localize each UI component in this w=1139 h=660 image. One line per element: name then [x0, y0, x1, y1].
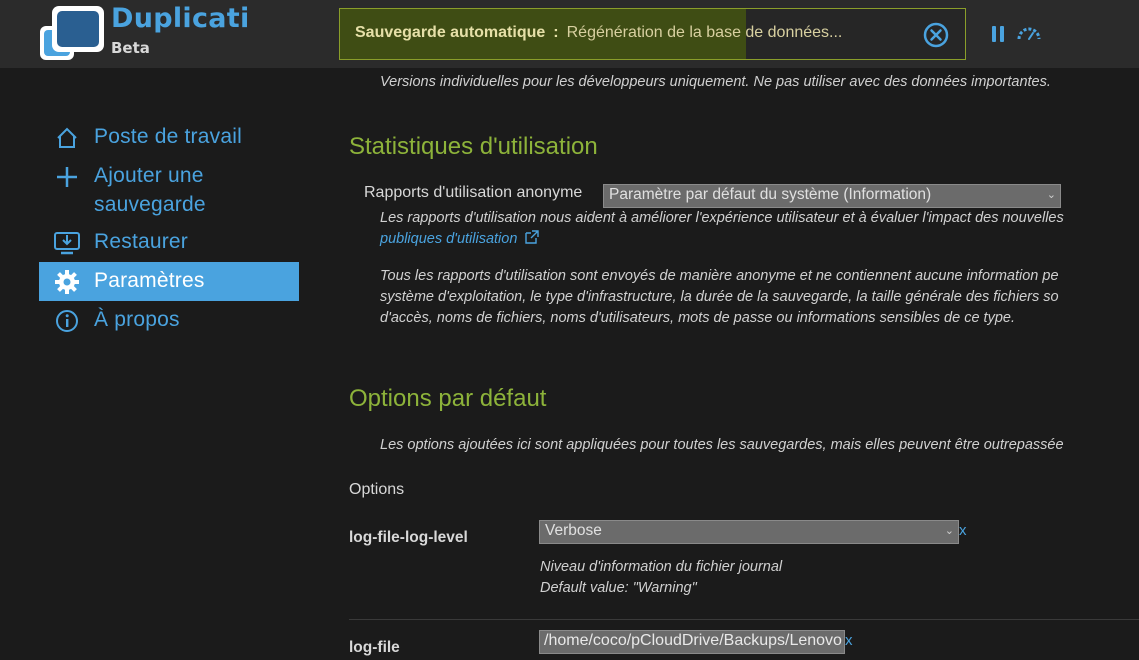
chevron-down-icon: ⌄: [944, 525, 954, 537]
sidebar-item-label: Ajouter une sauvegarde: [94, 164, 206, 216]
anonymity-note-line2: système d'exploitation, le type d'infras…: [380, 289, 1059, 305]
sidebar-item-label: Restaurer: [94, 230, 189, 253]
remove-option-button[interactable]: x: [845, 632, 853, 649]
log-file-input[interactable]: /home/coco/pCloudDrive/Backups/Lenovo: [539, 630, 845, 654]
status-bar[interactable]: Sauvegarde automatique: Régénération de l…: [339, 8, 966, 60]
remove-option-button[interactable]: x: [959, 522, 967, 539]
pause-icon[interactable]: [992, 26, 1006, 42]
sidebar-item-label: Paramètres: [94, 269, 205, 292]
option-name: log-file-log-level: [349, 529, 468, 546]
usage-reports-description: Les rapports d'utilisation nous aident à…: [380, 210, 1064, 226]
plus-icon: [39, 161, 94, 192]
option-default-value: Default value: "Warning": [540, 580, 697, 596]
duplicati-logo-icon[interactable]: [38, 4, 108, 62]
home-icon: [39, 122, 94, 153]
options-label: Options: [349, 481, 405, 498]
usage-stats-link[interactable]: publiques d'utilisation: [380, 231, 517, 247]
cancel-task-icon[interactable]: [922, 21, 950, 49]
external-link-icon[interactable]: [524, 230, 540, 244]
info-icon: [39, 305, 94, 336]
sidebar-item-settings[interactable]: Paramètres: [39, 262, 299, 301]
usage-reports-select[interactable]: Paramètre par défaut du système (Informa…: [603, 184, 1061, 208]
sidebar-item-restore[interactable]: Restaurer: [39, 223, 299, 262]
sidebar-item-home[interactable]: Poste de travail: [39, 118, 299, 157]
log-level-select-value: Verbose: [545, 522, 602, 539]
usage-stats-heading: Statistiques d'utilisation: [349, 133, 598, 160]
throttle-icon[interactable]: [1016, 26, 1042, 42]
sidebar-item-about[interactable]: À propos: [39, 301, 299, 340]
status-text: Sauvegarde automatique: Régénération de l…: [355, 24, 842, 42]
anonymity-note-line1: Tous les rapports d'utilisation sont env…: [380, 268, 1059, 284]
usage-reports-label: Rapports d'utilisation anonyme: [364, 184, 583, 201]
status-separator: :: [553, 24, 559, 41]
anonymity-note-line3: d'accès, noms de fichiers, noms d'utilis…: [380, 310, 1015, 326]
option-description: Niveau d'information du fichier journal: [540, 559, 783, 575]
status-title: Sauvegarde automatique: [355, 24, 546, 41]
gear-icon: [39, 266, 94, 297]
default-options-description: Les options ajoutées ici sont appliquées…: [380, 437, 1064, 453]
top-bar: Duplicati Beta Sauvegarde automatique: Ré…: [0, 0, 1139, 68]
usage-stats-link-row: publiques d'utilisation: [380, 229, 540, 250]
sidebar-item-add-backup[interactable]: Ajouter une sauvegarde: [39, 157, 299, 223]
restore-icon: [39, 227, 94, 258]
sidebar: Poste de travail Ajouter une sauvegarde …: [39, 118, 299, 340]
chevron-down-icon: ⌄: [1046, 189, 1056, 201]
app-name: Duplicati: [111, 3, 250, 34]
status-message: Régénération de la base de données...: [566, 24, 843, 41]
default-options-heading: Options par défaut: [349, 385, 547, 412]
log-level-select[interactable]: Verbose ⌄: [539, 520, 959, 544]
main-content: Versions individuelles pour les développ…: [349, 68, 1139, 660]
sidebar-item-label: Poste de travail: [94, 125, 242, 148]
option-name: log-file: [349, 639, 400, 656]
app-edition: Beta: [111, 39, 150, 57]
usage-reports-select-value: Paramètre par défaut du système (Informa…: [609, 186, 932, 203]
sidebar-item-label: À propos: [94, 308, 180, 331]
option-divider: [349, 619, 1139, 620]
developer-note: Versions individuelles pour les développ…: [380, 74, 1051, 90]
